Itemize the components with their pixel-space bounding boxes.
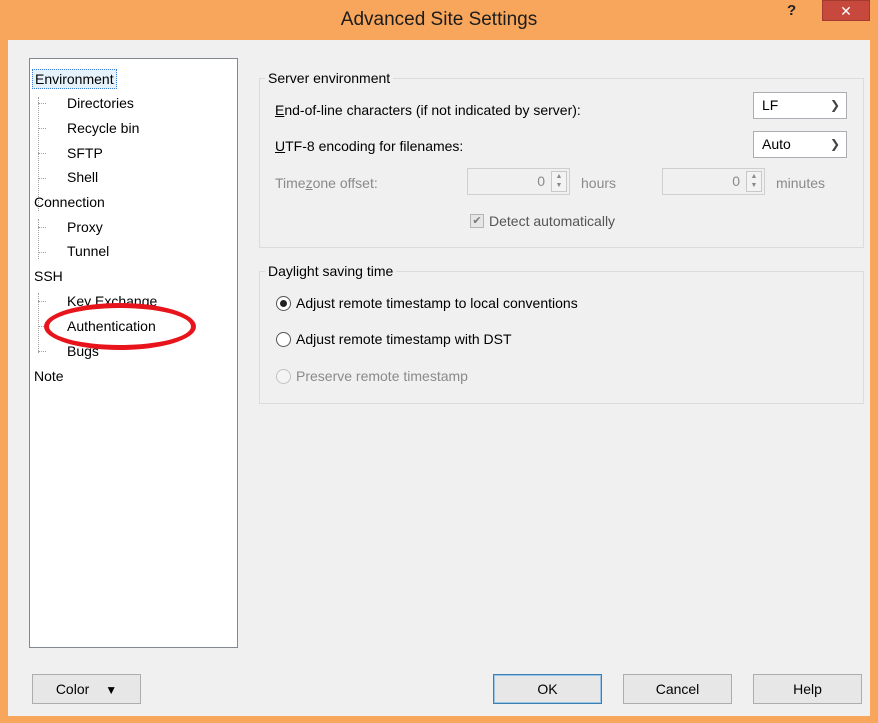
tree-item-connection[interactable]: Connection	[34, 193, 105, 211]
timezone-label-pre: Time	[275, 175, 306, 191]
timezone-label: Timezone offset:	[275, 174, 378, 192]
tree-item-key-exchange[interactable]: Key Exchange	[67, 292, 157, 310]
tree-item-bugs[interactable]: Bugs	[67, 342, 99, 360]
timezone-minutes-value: 0	[732, 173, 740, 189]
tree-item-proxy[interactable]: Proxy	[67, 218, 103, 236]
tree-item-recycle-bin[interactable]: Recycle bin	[67, 119, 139, 137]
dialog-window: Advanced Site Settings ? ✕ Environment D…	[0, 0, 878, 723]
tree-connector	[38, 351, 46, 352]
chevron-down-icon: ❯	[829, 98, 840, 112]
tree-item-sftp[interactable]: SFTP	[67, 144, 103, 162]
title-bar[interactable]: Advanced Site Settings ? ✕	[0, 0, 878, 40]
timezone-hours-spinner[interactable]: 0 ▲ ▼	[467, 168, 570, 195]
dst-with-dst-radio[interactable]	[276, 332, 291, 347]
timezone-label-accelerator: z	[305, 175, 313, 191]
cancel-button[interactable]: Cancel	[623, 674, 732, 704]
dst-local-conventions-label[interactable]: Adjust remote timestamp to local convent…	[296, 294, 578, 312]
triangle-down-icon: ▼	[105, 683, 118, 697]
tree-connector	[38, 227, 46, 228]
tree-item-note[interactable]: Note	[34, 367, 64, 385]
timezone-label-post: one offset:	[312, 175, 378, 191]
eol-label: End-of-line characters (if not indicated…	[275, 101, 581, 119]
tree-item-directories[interactable]: Directories	[67, 94, 134, 112]
tree-connector	[38, 153, 46, 154]
dst-preserve-label: Preserve remote timestamp	[296, 368, 468, 384]
utf8-select[interactable]: Auto ❯	[753, 131, 847, 158]
tree-item-tunnel[interactable]: Tunnel	[67, 242, 109, 260]
utf8-label: UTF-8 encoding for filenames:	[275, 137, 463, 155]
tree-connector	[38, 219, 39, 259]
utf8-value: Auto	[762, 136, 791, 152]
tree-item-ssh[interactable]: SSH	[34, 267, 63, 285]
tree-item-authentication[interactable]: Authentication	[67, 317, 156, 335]
timezone-minutes-unit: minutes	[776, 175, 826, 191]
tree-connector	[38, 128, 46, 129]
tree-connector	[38, 293, 39, 353]
dialog-title: Advanced Site Settings	[340, 9, 538, 30]
help-question-icon[interactable]: ?	[787, 2, 796, 19]
tree-item-shell[interactable]: Shell	[67, 168, 98, 186]
detect-automatically-checkbox[interactable]: ✔	[470, 214, 484, 228]
color-button[interactable]: Color ▼	[32, 674, 141, 704]
window-bottom-border	[0, 716, 878, 723]
tree-connector	[38, 103, 46, 104]
detect-automatically-label[interactable]: Detect automatically	[489, 212, 615, 230]
eol-label-text: nd-of-line characters (if not indicated …	[284, 102, 581, 118]
spin-arrows-icon[interactable]: ▲ ▼	[746, 171, 762, 192]
dst-local-conventions-radio[interactable]	[276, 296, 291, 311]
tree-connector	[38, 326, 46, 327]
ok-button[interactable]: OK	[493, 674, 602, 704]
utf8-label-accelerator: U	[275, 138, 286, 154]
dst-preserve-radio	[276, 369, 291, 384]
dst-with-dst-label[interactable]: Adjust remote timestamp with DST	[296, 330, 512, 348]
eol-label-accelerator: E	[275, 102, 285, 118]
color-button-label: Color	[55, 681, 90, 697]
spin-arrows-icon[interactable]: ▲ ▼	[551, 171, 567, 192]
eol-select[interactable]: LF ❯	[753, 92, 847, 119]
close-button[interactable]: ✕	[822, 0, 870, 21]
settings-tree[interactable]: Environment Directories Recycle bin SFTP…	[29, 58, 238, 648]
timezone-minutes-spinner[interactable]: 0 ▲ ▼	[662, 168, 765, 195]
tree-connector	[38, 301, 46, 302]
help-button[interactable]: Help	[753, 674, 862, 704]
eol-value: LF	[762, 97, 779, 113]
utf8-label-text: TF-8 encoding for filenames:	[285, 138, 464, 154]
tree-item-environment[interactable]: Environment	[32, 69, 117, 89]
server-environment-title: Server environment	[265, 70, 394, 86]
checkmark-icon: ✔	[472, 215, 482, 227]
daylight-saving-title: Daylight saving time	[265, 263, 397, 279]
timezone-hours-unit: hours	[581, 175, 617, 191]
timezone-hours-value: 0	[537, 173, 545, 189]
chevron-down-icon: ❯	[829, 137, 840, 151]
tree-connector	[38, 252, 46, 253]
tree-connector	[38, 178, 46, 179]
